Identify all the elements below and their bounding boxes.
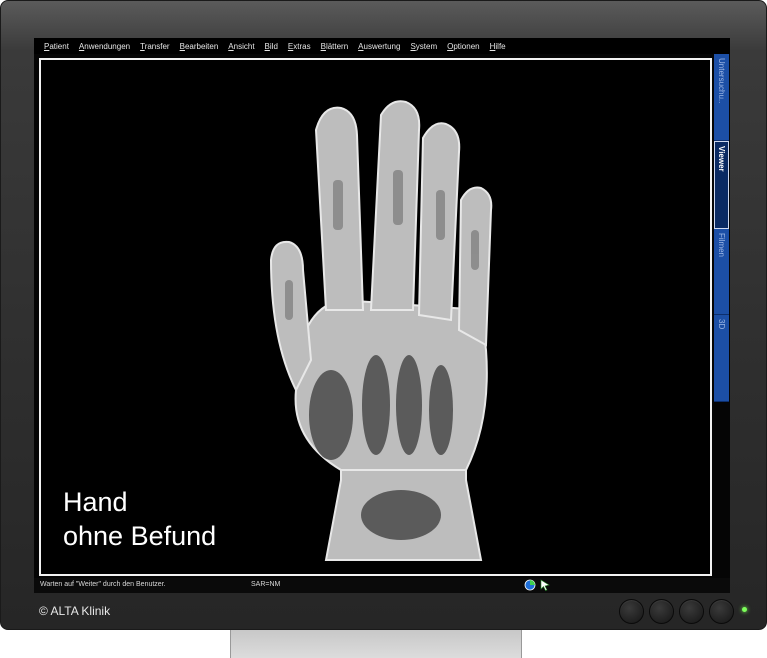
status-message: Warten auf "Weiter" durch den Benutzer. (40, 581, 166, 588)
caption-line-1: Hand (63, 487, 128, 517)
menu-bearbeiten[interactable]: Bearbeiten (180, 42, 219, 51)
menu-transfer[interactable]: Transfer (140, 42, 170, 51)
tab-untersuchung[interactable]: Untersuchu.. (714, 54, 729, 141)
tab-filmen[interactable]: Filmen (714, 228, 729, 316)
menu-anwendungen[interactable]: Anwendungen (79, 42, 130, 51)
monitor-button-1[interactable] (619, 599, 644, 624)
cursor-arrow-icon[interactable] (539, 579, 551, 591)
status-icons (524, 579, 551, 591)
copyright-label: © ALTA Klinik (39, 604, 111, 618)
menu-extras[interactable]: Extras (288, 42, 311, 51)
menu-bar: Patient Anwendungen Transfer Bearbeiten … (34, 38, 730, 54)
tab-viewer[interactable]: Viewer (714, 140, 729, 229)
monitor-button-2[interactable] (649, 599, 674, 624)
image-caption: Hand ohne Befund (63, 485, 216, 553)
status-bar: Warten auf "Weiter" durch den Benutzer. … (34, 578, 730, 593)
side-tab-bar: Untersuchu.. Viewer Filmen 3D (714, 54, 729, 402)
power-led-icon (742, 607, 747, 612)
menu-patient[interactable]: Patient (44, 42, 69, 51)
menu-auswertung[interactable]: Auswertung (358, 42, 400, 51)
status-mode: SAR=NM (251, 581, 281, 588)
menu-system[interactable]: System (410, 42, 437, 51)
monitor-buttons (619, 599, 734, 624)
progress-pie-icon[interactable] (524, 579, 536, 591)
menu-blaettern[interactable]: Blättern (321, 42, 349, 51)
menu-optionen[interactable]: Optionen (447, 42, 479, 51)
monitor-button-4[interactable] (709, 599, 734, 624)
monitor-button-3[interactable] (679, 599, 704, 624)
caption-line-2: ohne Befund (63, 521, 217, 551)
menu-bild[interactable]: Bild (265, 42, 278, 51)
menu-hilfe[interactable]: Hilfe (490, 42, 506, 51)
tab-3d[interactable]: 3D (714, 315, 729, 402)
menu-ansicht[interactable]: Ansicht (228, 42, 254, 51)
monitor-screen: Patient Anwendungen Transfer Bearbeiten … (34, 38, 730, 593)
monitor-bezel: Patient Anwendungen Transfer Bearbeiten … (0, 0, 767, 630)
